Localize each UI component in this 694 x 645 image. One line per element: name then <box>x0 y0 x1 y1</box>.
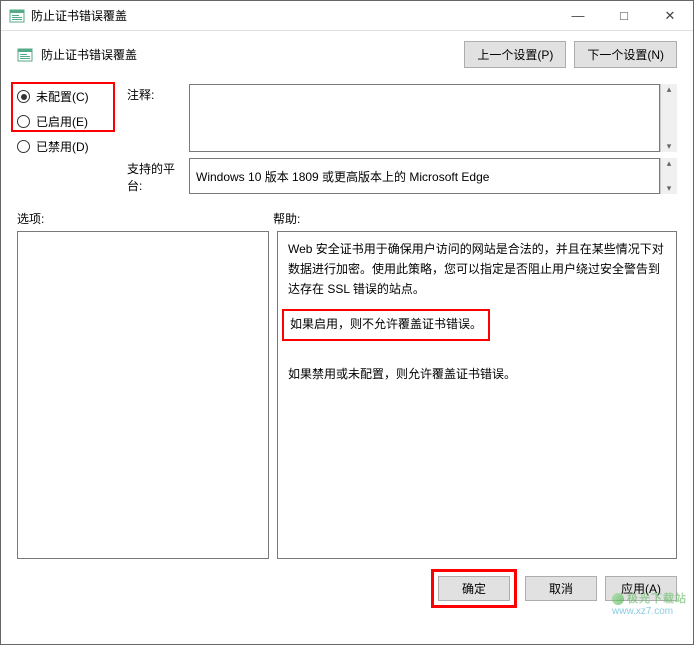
radio-not-configured[interactable]: 未配置(C) <box>17 84 117 109</box>
panel-labels: 选项: 帮助: <box>1 204 693 229</box>
apply-button[interactable]: 应用(A) <box>605 576 677 601</box>
radio-group: 未配置(C) 已启用(E) 已禁用(D) <box>17 84 117 200</box>
close-button[interactable]: ✕ <box>647 1 693 30</box>
platform-label: 支持的平台: <box>127 158 189 194</box>
fields-column: 注释: ▴▾ 支持的平台: Windows 10 版本 1809 或更高版本上的… <box>127 84 677 200</box>
help-label: 帮助: <box>273 210 300 227</box>
help-panel: Web 安全证书用于确保用户访问的网站是合法的，并且在某些情况下对数据进行加密。… <box>277 231 677 559</box>
window-icon <box>9 8 25 24</box>
help-paragraph: 如果启用，则不允许覆盖证书错误。 <box>290 317 482 331</box>
policy-icon <box>17 47 33 63</box>
comment-input[interactable] <box>189 84 660 152</box>
cancel-button[interactable]: 取消 <box>525 576 597 601</box>
help-paragraph: 如果禁用或未配置，则允许覆盖证书错误。 <box>288 365 666 385</box>
annotation-highlight: 确定 <box>431 569 517 608</box>
radio-dot-icon <box>17 140 30 153</box>
radio-label: 未配置(C) <box>36 88 89 105</box>
toolbar: 防止证书错误覆盖 上一个设置(P) 下一个设置(N) <box>1 31 693 78</box>
radio-label: 已启用(E) <box>36 113 88 130</box>
radio-label: 已禁用(D) <box>36 138 89 155</box>
window-title: 防止证书错误覆盖 <box>31 7 555 24</box>
help-paragraph: Web 安全证书用于确保用户访问的网站是合法的，并且在某些情况下对数据进行加密。… <box>288 240 666 299</box>
scrollbar[interactable]: ▴▾ <box>660 84 677 152</box>
panels-row: Web 安全证书用于确保用户访问的网站是合法的，并且在某些情况下对数据进行加密。… <box>1 229 693 565</box>
minimize-button[interactable]: — <box>555 1 601 30</box>
window-controls: — □ ✕ <box>555 1 693 30</box>
maximize-button[interactable]: □ <box>601 1 647 30</box>
footer: 确定 取消 应用(A) 极光下载站 www.xz7.com <box>1 565 693 618</box>
ok-button[interactable]: 确定 <box>438 576 510 601</box>
previous-setting-button[interactable]: 上一个设置(P) <box>464 41 566 68</box>
scrollbar[interactable]: ▴▾ <box>660 158 677 194</box>
titlebar: 防止证书错误覆盖 — □ ✕ <box>1 1 693 31</box>
platform-row: 支持的平台: Windows 10 版本 1809 或更高版本上的 Micros… <box>127 158 677 194</box>
radio-enabled[interactable]: 已启用(E) <box>17 109 117 134</box>
annotation-highlight: 如果启用，则不允许覆盖证书错误。 <box>282 309 490 341</box>
policy-title: 防止证书错误覆盖 <box>41 46 456 63</box>
platform-value: Windows 10 版本 1809 或更高版本上的 Microsoft Edg… <box>189 158 660 194</box>
options-panel <box>17 231 269 559</box>
radio-dot-icon <box>17 115 30 128</box>
config-section: 未配置(C) 已启用(E) 已禁用(D) 注释: ▴▾ 支持的平台: Windo… <box>1 78 693 204</box>
comment-label: 注释: <box>127 84 189 152</box>
radio-disabled[interactable]: 已禁用(D) <box>17 134 117 159</box>
comment-row: 注释: ▴▾ <box>127 84 677 152</box>
options-label: 选项: <box>17 210 273 227</box>
radio-dot-icon <box>17 90 30 103</box>
next-setting-button[interactable]: 下一个设置(N) <box>574 41 677 68</box>
